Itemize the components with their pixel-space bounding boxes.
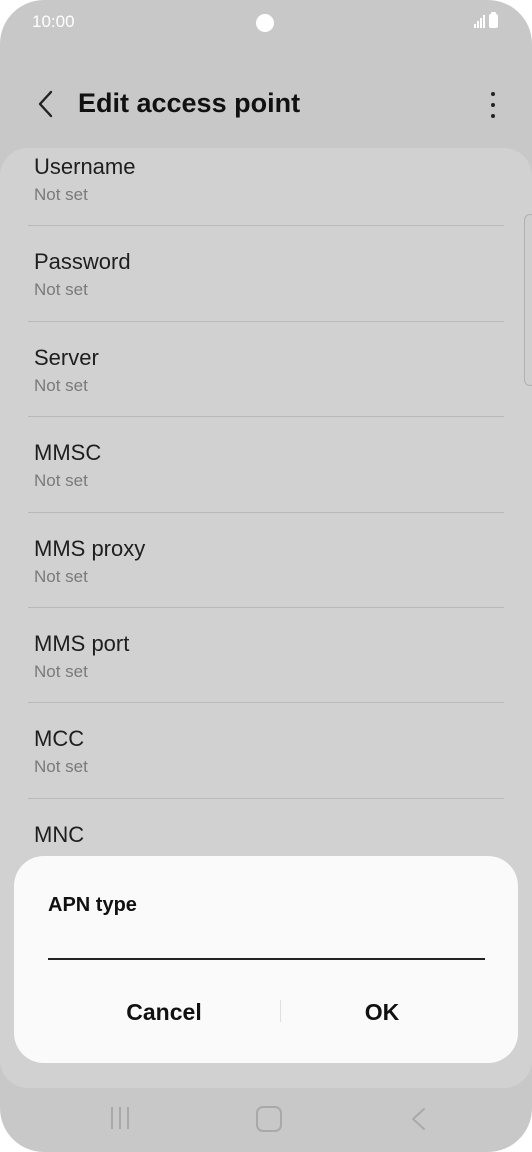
apn-type-input[interactable] xyxy=(48,926,485,960)
list-item-username[interactable]: Username Not set xyxy=(0,148,532,243)
ok-button[interactable]: OK xyxy=(272,984,492,1040)
list-item-title: Server xyxy=(34,344,99,370)
dialog-buttons: Cancel OK xyxy=(14,984,518,1040)
divider xyxy=(28,702,504,704)
more-vertical-icon[interactable] xyxy=(484,90,502,120)
list-item-value: Not set xyxy=(34,566,88,586)
list-item-value: Not set xyxy=(34,185,88,204)
battery-icon xyxy=(489,12,498,28)
page-title: Edit access point xyxy=(78,88,301,118)
list-item-password[interactable]: Password Not set xyxy=(0,243,532,338)
navigation-bar xyxy=(0,1090,532,1150)
divider xyxy=(28,797,504,799)
divider xyxy=(28,606,504,608)
list-item-title: MNC xyxy=(34,821,85,847)
home-icon[interactable] xyxy=(256,1106,282,1132)
chevron-left-icon[interactable] xyxy=(30,86,60,122)
dialog-title: APN type xyxy=(48,894,137,916)
scrollbar[interactable] xyxy=(524,214,532,386)
camera-cutout xyxy=(256,14,274,32)
list-item-mms-port[interactable]: MMS port Not set xyxy=(0,625,532,720)
list-item-title: MMS port xyxy=(34,630,130,656)
list-item-value: Not set xyxy=(34,471,88,491)
divider xyxy=(28,416,504,418)
signal-icon xyxy=(474,14,485,28)
apn-type-dialog: APN type Cancel OK xyxy=(14,856,518,1063)
list-item-value: Not set xyxy=(34,661,88,681)
list-item-title: MMSC xyxy=(34,440,102,466)
status-icons xyxy=(474,12,498,28)
divider xyxy=(28,225,504,227)
list-item-value: Not set xyxy=(34,757,88,777)
list-item-title: Password xyxy=(34,249,131,275)
app-bar: Edit access point xyxy=(0,70,532,140)
list-item-title: Username xyxy=(34,154,136,179)
recent-apps-icon[interactable] xyxy=(108,1107,132,1131)
divider xyxy=(28,511,504,513)
status-bar: 10:00 xyxy=(0,0,532,46)
list-item-title: MCC xyxy=(34,726,85,752)
list-item-mmsc[interactable]: MMSC Not set xyxy=(0,434,532,529)
list-item-mms-proxy[interactable]: MMS proxy Not set xyxy=(0,530,532,625)
list-item-value: Not set xyxy=(34,375,88,395)
settings-list: Username Not set Password Not set Server… xyxy=(0,148,532,911)
divider xyxy=(28,320,504,322)
list-item-title: MMS proxy xyxy=(34,535,146,561)
list-item-mcc[interactable]: MCC Not set xyxy=(0,720,532,815)
list-item-value: Not set xyxy=(34,280,88,300)
back-icon[interactable] xyxy=(406,1104,430,1134)
list-item-server[interactable]: Server Not set xyxy=(0,339,532,434)
status-time: 10:00 xyxy=(32,12,75,31)
cancel-button[interactable]: Cancel xyxy=(54,984,274,1040)
device-screen: 10:00 Edit access point Username Not set xyxy=(0,0,532,1152)
